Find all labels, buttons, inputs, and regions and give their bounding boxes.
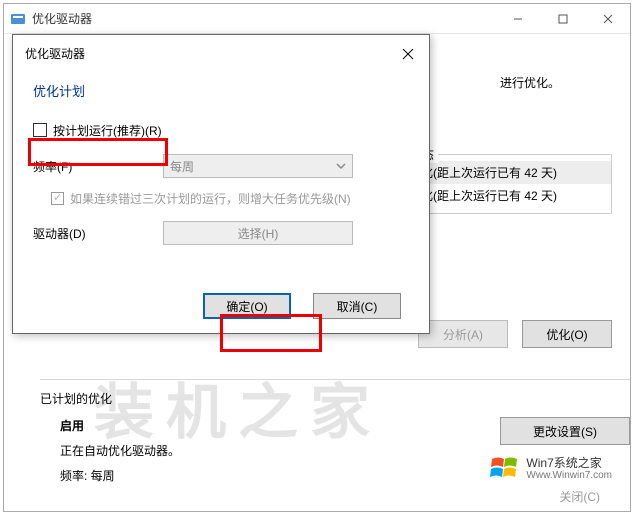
boost-priority-row: 如果连续错过三次计划的运行，则增大任务优先级(N) (51, 190, 409, 207)
run-on-schedule-label: 按计划运行(推荐)(R) (53, 122, 162, 139)
choose-drives-button[interactable]: 选择(H) (163, 221, 353, 245)
change-settings-button[interactable]: 更改设置(S) (500, 417, 630, 445)
info-text: 进行优化。 (500, 74, 560, 91)
titlebar: 优化驱动器 (4, 4, 630, 34)
boost-priority-checkbox (51, 192, 64, 205)
run-on-schedule-checkbox[interactable] (33, 123, 47, 137)
status-group: 态 化(距上次运行已有 42 天) 化(距上次运行已有 42 天) (412, 154, 612, 214)
app-icon (10, 11, 26, 27)
boost-priority-label: 如果连续错过三次计划的运行，则增大任务优先级(N) (70, 190, 351, 207)
schedule-section: 已计划的优化 启用 正在自动优化驱动器。 频率: 每周 更改设置(S) (40, 379, 630, 492)
run-on-schedule-row[interactable]: 按计划运行(推荐)(R) (33, 118, 409, 142)
ok-button[interactable]: 确定(O) (203, 293, 291, 319)
dialog-close-button[interactable] (399, 45, 417, 63)
dialog-heading: 优化计划 (33, 81, 409, 100)
close-button[interactable] (585, 4, 630, 34)
frequency-value: 每周 (170, 158, 194, 175)
cancel-button[interactable]: 取消(C) (313, 293, 401, 319)
status-row[interactable]: 化(距上次运行已有 42 天) (421, 161, 611, 184)
analyze-button: 分析(A) (418, 320, 508, 348)
maximize-button[interactable] (540, 4, 585, 34)
frequency-label: 频率(F) (33, 158, 163, 175)
dialog-title: 优化驱动器 (25, 45, 85, 62)
action-bar: 分析(A) 优化(O) (418, 320, 612, 348)
drives-label: 驱动器(D) (33, 225, 163, 242)
schedule-desc: 正在自动优化驱动器。 (60, 442, 180, 459)
optimize-button[interactable]: 优化(O) (522, 320, 612, 348)
close-icon (402, 48, 414, 60)
schedule-enabled: 启用 (60, 417, 180, 434)
window-title: 优化驱动器 (32, 10, 92, 27)
schedule-dialog: 优化驱动器 优化计划 按计划运行(推荐)(R) 频率(F) 每周 如果连续错过三… (12, 34, 430, 334)
schedule-title: 已计划的优化 (40, 390, 630, 407)
frequency-dropdown[interactable]: 每周 (163, 154, 353, 178)
schedule-freq: 频率: 每周 (60, 467, 180, 484)
chevron-down-icon (336, 161, 346, 171)
minimize-button[interactable] (495, 4, 540, 34)
status-row[interactable]: 化(距上次运行已有 42 天) (421, 184, 611, 207)
